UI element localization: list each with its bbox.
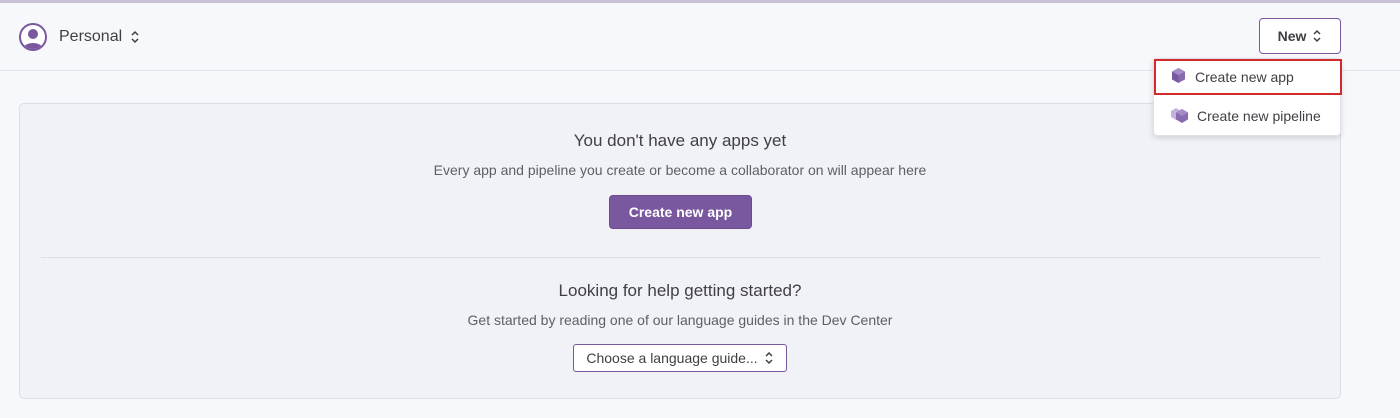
new-button[interactable]: New xyxy=(1259,18,1341,54)
chevron-updown-icon xyxy=(1312,29,1322,43)
chevron-updown-icon xyxy=(130,30,140,44)
create-new-app-button[interactable]: Create new app xyxy=(609,195,752,229)
menu-item-label: Create new pipeline xyxy=(1197,108,1321,124)
new-button-label: New xyxy=(1277,28,1307,44)
help-subtitle: Get started by reading one of our langua… xyxy=(467,312,893,328)
help-section: Looking for help getting started? Get st… xyxy=(20,281,1340,328)
empty-state-card: You don't have any apps yet Every app an… xyxy=(19,103,1341,399)
section-divider xyxy=(41,257,1321,258)
account-switcher[interactable]: Personal xyxy=(19,23,140,51)
app-cube-icon xyxy=(1170,67,1187,87)
chevron-updown-icon xyxy=(764,351,774,365)
language-guide-select[interactable]: Choose a language guide... xyxy=(573,344,787,372)
account-label: Personal xyxy=(59,28,123,45)
empty-state-section: You don't have any apps yet Every app an… xyxy=(20,131,1340,178)
menu-item-create-new-pipeline[interactable]: Create new pipeline xyxy=(1154,98,1342,134)
pipeline-cubes-icon xyxy=(1170,106,1189,126)
empty-state-title: You don't have any apps yet xyxy=(573,131,787,150)
user-avatar-icon xyxy=(19,23,47,51)
menu-item-create-new-app[interactable]: Create new app xyxy=(1154,59,1342,95)
empty-state-subtitle: Every app and pipeline you create or bec… xyxy=(433,162,927,178)
menu-item-label: Create new app xyxy=(1195,69,1294,85)
help-title: Looking for help getting started? xyxy=(558,281,802,300)
language-guide-select-label: Choose a language guide... xyxy=(586,350,758,366)
new-dropdown-menu: Create new app Create new pipeline xyxy=(1153,58,1342,136)
